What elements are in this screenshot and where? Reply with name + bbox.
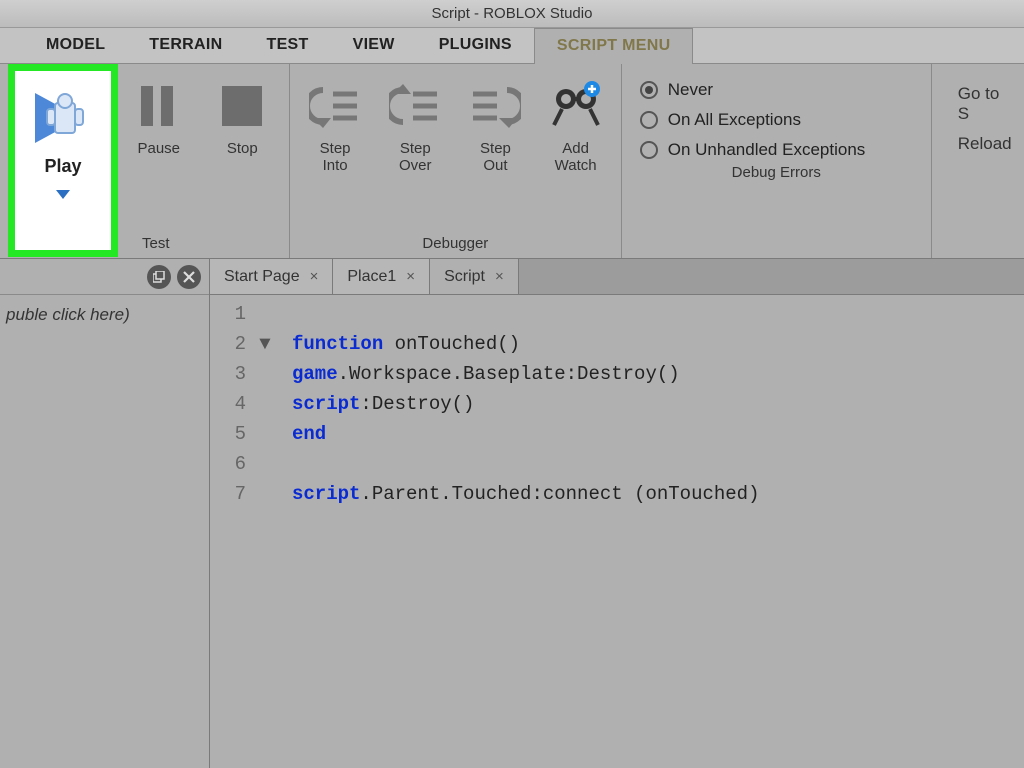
- editor-tab-place1[interactable]: Place1 ×: [333, 259, 430, 294]
- group-debugger-label: Debugger: [302, 231, 609, 254]
- code-editor[interactable]: 1 2 3 4 5 6 7 ▼function onTouched() game…: [210, 295, 1024, 768]
- step-into-label: Step Into: [320, 140, 351, 175]
- stop-label: Stop: [227, 140, 258, 157]
- line-num: 7: [210, 479, 246, 509]
- stop-icon: [214, 78, 270, 134]
- pause-icon: [131, 78, 187, 134]
- go-to-script-action[interactable]: Go to S: [958, 84, 1012, 124]
- code-line: script:Destroy(): [256, 389, 1024, 419]
- tab-terrain[interactable]: TERRAIN: [127, 28, 244, 63]
- play-highlight: Play: [8, 64, 118, 257]
- menu-bar: MODEL TERRAIN TEST VIEW PLUGINS SCRIPT M…: [0, 28, 1024, 64]
- line-num: 3: [210, 359, 246, 389]
- close-icon: [183, 271, 195, 283]
- radio-dot-icon: [640, 141, 658, 159]
- code-line: ▼function onTouched(): [256, 329, 1024, 359]
- step-into-icon: [307, 78, 363, 134]
- step-out-icon: [467, 78, 523, 134]
- group-test-label: Test: [124, 231, 277, 254]
- line-num: 2: [210, 329, 246, 359]
- radio-on-unhandled-label: On Unhandled Exceptions: [668, 140, 866, 160]
- tab-test[interactable]: TEST: [245, 28, 331, 63]
- window-title: Script - ROBLOX Studio: [432, 5, 593, 22]
- code-line: end: [256, 419, 1024, 449]
- stop-button[interactable]: Stop: [208, 70, 278, 157]
- play-label: Play: [44, 156, 81, 177]
- radio-never[interactable]: Never: [640, 80, 919, 100]
- code-line: script.Parent.Touched:connect (onTouched…: [256, 479, 1024, 509]
- step-over-button[interactable]: Step Over: [382, 70, 448, 175]
- radio-on-all-label: On All Exceptions: [668, 110, 801, 130]
- tab-label: Start Page: [224, 268, 300, 286]
- tab-close-icon[interactable]: ×: [495, 268, 504, 285]
- play-dropdown-arrow-icon[interactable]: [56, 187, 70, 205]
- windows-icon: [153, 271, 165, 283]
- line-num: 1: [210, 299, 246, 329]
- step-out-label: Step Out: [480, 140, 511, 175]
- code-line: [256, 449, 1024, 479]
- tab-plugins[interactable]: PLUGINS: [417, 28, 534, 63]
- fold-icon[interactable]: ▼: [256, 329, 274, 359]
- step-out-button[interactable]: Step Out: [462, 70, 528, 175]
- add-watch-icon: [548, 78, 604, 134]
- tab-scriptmenu[interactable]: SCRIPT MENU: [534, 28, 694, 64]
- radio-dot-icon: [640, 81, 658, 99]
- tab-close-icon[interactable]: ×: [310, 268, 319, 285]
- radio-on-unhandled[interactable]: On Unhandled Exceptions: [640, 140, 919, 160]
- step-into-button[interactable]: Step Into: [302, 70, 368, 175]
- radio-dot-icon: [640, 111, 658, 129]
- tab-close-icon[interactable]: ×: [406, 268, 415, 285]
- editor-tabstrip: Start Page × Place1 × Script ×: [210, 259, 1024, 295]
- tab-label: Script: [444, 268, 485, 286]
- editor-area: Start Page × Place1 × Script × 1 2 3 4 5…: [210, 259, 1024, 768]
- explorer-hint[interactable]: puble click here): [0, 295, 209, 335]
- panel-close-button[interactable]: [177, 265, 201, 289]
- pause-button[interactable]: Pause: [124, 70, 194, 157]
- workspace: puble click here) Start Page × Place1 × …: [0, 259, 1024, 768]
- tab-model[interactable]: MODEL: [24, 28, 127, 63]
- line-num: 5: [210, 419, 246, 449]
- line-num: 6: [210, 449, 246, 479]
- line-num: 4: [210, 389, 246, 419]
- play-icon[interactable]: [29, 89, 97, 152]
- tab-view[interactable]: VIEW: [331, 28, 417, 63]
- editor-tab-script[interactable]: Script ×: [430, 259, 519, 294]
- radio-on-all[interactable]: On All Exceptions: [640, 110, 919, 130]
- ribbon: Play Pause Stop Test: [0, 64, 1024, 259]
- explorer-panel: puble click here): [0, 259, 210, 768]
- pause-label: Pause: [137, 140, 180, 157]
- tab-label: Place1: [347, 268, 396, 286]
- panel-restore-button[interactable]: [147, 265, 171, 289]
- group-debug-errors-label: Debug Errors: [634, 160, 919, 183]
- code-lines: ▼function onTouched() game.Workspace.Bas…: [256, 299, 1024, 768]
- radio-never-label: Never: [668, 80, 713, 100]
- step-over-label: Step Over: [399, 140, 432, 175]
- code-line: [256, 299, 1024, 329]
- line-gutter: 1 2 3 4 5 6 7: [210, 299, 256, 768]
- reload-action[interactable]: Reload: [958, 134, 1012, 154]
- title-bar: Script - ROBLOX Studio: [0, 0, 1024, 28]
- editor-tab-start-page[interactable]: Start Page ×: [210, 259, 333, 294]
- add-watch-button[interactable]: Add Watch: [543, 70, 609, 175]
- code-line: game.Workspace.Baseplate:Destroy(): [256, 359, 1024, 389]
- step-over-icon: [387, 78, 443, 134]
- add-watch-label: Add Watch: [555, 140, 597, 175]
